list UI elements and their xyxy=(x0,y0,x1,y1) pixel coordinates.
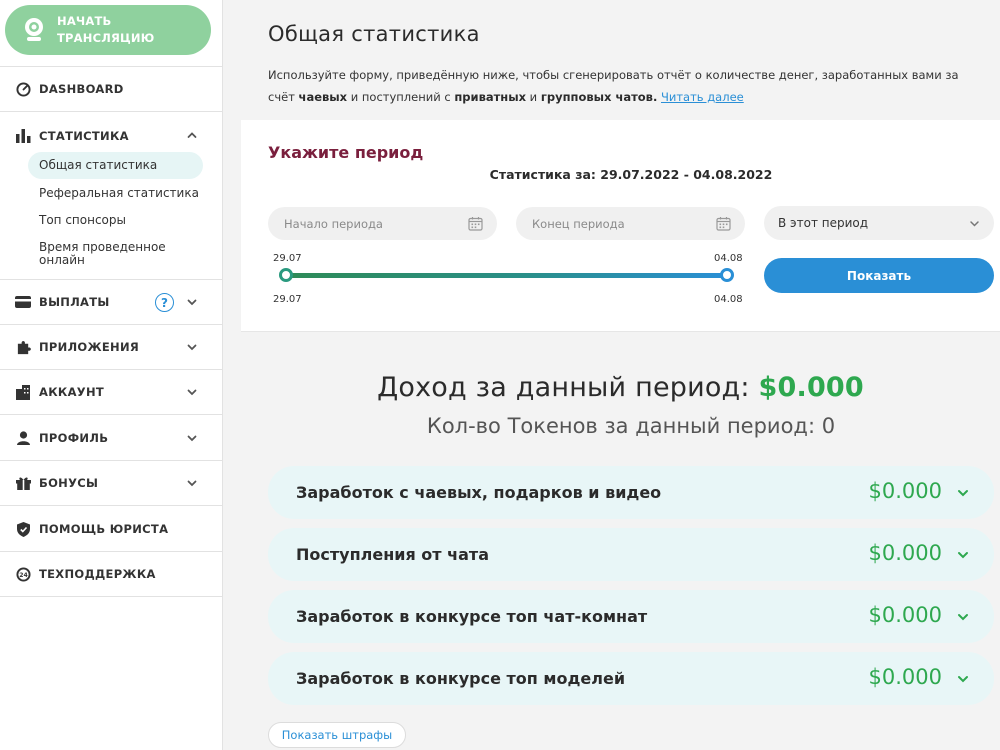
tokens-summary: Кол-во Токенов за данный период: 0 xyxy=(426,414,836,438)
read-more-link[interactable]: Читать далее xyxy=(661,90,744,104)
breakdown-row-top-models[interactable]: Заработок в конкурсе топ моделей $0.000 xyxy=(268,652,994,705)
slider-end-value: 04.08 xyxy=(714,294,743,305)
calendar-icon xyxy=(468,217,483,231)
chevron-up-icon xyxy=(187,132,197,138)
chevron-down-icon xyxy=(187,480,197,487)
sidebar-item-payouts[interactable]: ВЫПЛАТЫ ? xyxy=(0,280,222,325)
sidebar-item-label: ПРОФИЛЬ xyxy=(39,431,109,445)
chevron-down-icon xyxy=(970,221,979,227)
gauge-icon xyxy=(15,81,31,97)
support-24-icon: 24 xyxy=(15,566,31,582)
sidebar-item-label: ТЕХПОДДЕРЖКА xyxy=(39,567,156,581)
show-button[interactable]: Показать xyxy=(764,258,994,293)
sidebar-subitem-top-sponsors[interactable]: Топ спонсоры xyxy=(39,214,126,227)
gift-icon xyxy=(15,475,31,491)
calendar-icon xyxy=(716,217,731,231)
credit-card-icon xyxy=(15,294,31,310)
income-value: $0.000 xyxy=(758,372,864,403)
intro-bold-tips: чаевых xyxy=(298,90,348,104)
page-intro: Используйте форму, приведённую ниже, что… xyxy=(268,64,988,108)
webcam-icon xyxy=(25,18,43,41)
chevron-down-icon xyxy=(187,299,197,306)
sidebar-item-dashboard[interactable]: DASHBOARD xyxy=(0,67,222,112)
svg-text:24: 24 xyxy=(19,571,27,578)
sidebar-item-label: ПОМОЩЬ ЮРИСТА xyxy=(39,522,169,536)
start-date-field[interactable]: Начало периода xyxy=(268,207,497,240)
period-title: Укажите период xyxy=(268,143,424,162)
start-broadcast-label: НАЧАТЬ ТРАНСЛЯЦИЮ xyxy=(57,14,155,45)
chevron-down-icon xyxy=(958,490,968,497)
breakdown-value: $0.000 xyxy=(868,603,942,627)
sidebar-item-account[interactable]: АККАУНТ xyxy=(0,370,222,415)
bar-chart-icon xyxy=(15,128,31,144)
chevron-down-icon xyxy=(187,344,197,351)
breakdown-row-top-rooms[interactable]: Заработок в конкурсе топ чат-комнат $0.0… xyxy=(268,590,994,643)
sidebar-item-profile[interactable]: ПРОФИЛЬ xyxy=(0,416,222,461)
chevron-down-icon xyxy=(958,552,968,559)
chevron-down-icon xyxy=(958,614,968,621)
income-label: Доход за данный период: xyxy=(377,372,759,403)
breakdown-row-chat[interactable]: Поступления от чата $0.000 xyxy=(268,528,994,581)
sidebar-item-legal-help[interactable]: ПОМОЩЬ ЮРИСТА xyxy=(0,507,222,552)
slider-end-handle[interactable] xyxy=(720,268,734,282)
breakdown-value: $0.000 xyxy=(868,479,942,503)
help-icon[interactable]: ? xyxy=(155,293,174,312)
show-penalties-button[interactable]: Показать штрафы xyxy=(268,722,406,748)
sidebar-item-label: DASHBOARD xyxy=(39,82,124,96)
sidebar-item-label: ВЫПЛАТЫ xyxy=(39,295,110,309)
breakdown-title: Заработок с чаевых, подарков и видео xyxy=(296,483,662,502)
period-select-value: В этот период xyxy=(778,216,869,230)
intro-bold-group: групповых чатов. xyxy=(540,90,658,104)
intro-bold-private: приватных xyxy=(454,90,527,104)
sidebar-subitem-general-stats[interactable]: Общая статистика xyxy=(28,152,203,179)
chevron-down-icon xyxy=(187,435,197,442)
sidebar-item-support[interactable]: 24 ТЕХПОДДЕРЖКА xyxy=(0,552,222,597)
sidebar-item-label: АККАУНТ xyxy=(39,385,105,399)
breakdown-title: Поступления от чата xyxy=(296,545,489,564)
breakdown-title: Заработок в конкурсе топ моделей xyxy=(296,669,626,688)
slider-start-handle[interactable] xyxy=(279,268,293,282)
sidebar-item-bonuses[interactable]: БОНУСЫ xyxy=(0,461,222,506)
period-card: Укажите период Статистика за: 29.07.2022… xyxy=(241,120,1000,332)
sidebar-subitem-referral-stats[interactable]: Реферальная статистика xyxy=(39,187,199,200)
puzzle-icon xyxy=(15,339,31,355)
breakdown-row-tips[interactable]: Заработок с чаевых, подарков и видео $0.… xyxy=(268,466,994,519)
intro-text: и поступлений с xyxy=(347,90,455,104)
shield-icon xyxy=(15,521,31,537)
sidebar-item-label: ПРИЛОЖЕНИЯ xyxy=(39,340,140,354)
start-broadcast-button[interactable]: НАЧАТЬ ТРАНСЛЯЦИЮ xyxy=(5,5,211,55)
sidebar-item-apps[interactable]: ПРИЛОЖЕНИЯ xyxy=(0,325,222,370)
user-icon xyxy=(15,430,31,446)
slider-start-label: 29.07 xyxy=(273,253,302,264)
period-select[interactable]: В этот период xyxy=(764,206,994,240)
slider-start-value: 29.07 xyxy=(273,294,302,305)
date-range-slider-track[interactable] xyxy=(287,273,727,278)
sidebar: НАЧАТЬ ТРАНСЛЯЦИЮ DASHBOARD СТАТИСТИКА О… xyxy=(0,0,223,750)
income-summary: Доход за данный период: $0.000 xyxy=(241,372,1000,403)
start-date-placeholder: Начало периода xyxy=(284,216,383,231)
page-title: Общая статистика xyxy=(268,22,480,46)
sidebar-item-label: БОНУСЫ xyxy=(39,476,99,490)
end-date-field[interactable]: Конец периода xyxy=(516,207,745,240)
breakdown-title: Заработок в конкурсе топ чат-комнат xyxy=(296,607,648,626)
sidebar-item-label: СТАТИСТИКА xyxy=(39,128,129,143)
slider-end-label: 04.08 xyxy=(714,253,743,264)
intro-text: и xyxy=(526,90,541,104)
breakdown-value: $0.000 xyxy=(868,541,942,565)
chevron-down-icon xyxy=(187,389,197,396)
chevron-down-icon xyxy=(958,676,968,683)
sidebar-subitem-online-time[interactable]: Время проведенное онлайн xyxy=(39,241,189,267)
breakdown-value: $0.000 xyxy=(868,665,942,689)
sidebar-group-statistics: СТАТИСТИКА Общая статистика Реферальная … xyxy=(0,113,222,280)
building-icon xyxy=(15,384,31,400)
period-range-text: Статистика за: 29.07.2022 - 04.08.2022 xyxy=(489,167,773,182)
end-date-placeholder: Конец периода xyxy=(532,216,625,231)
